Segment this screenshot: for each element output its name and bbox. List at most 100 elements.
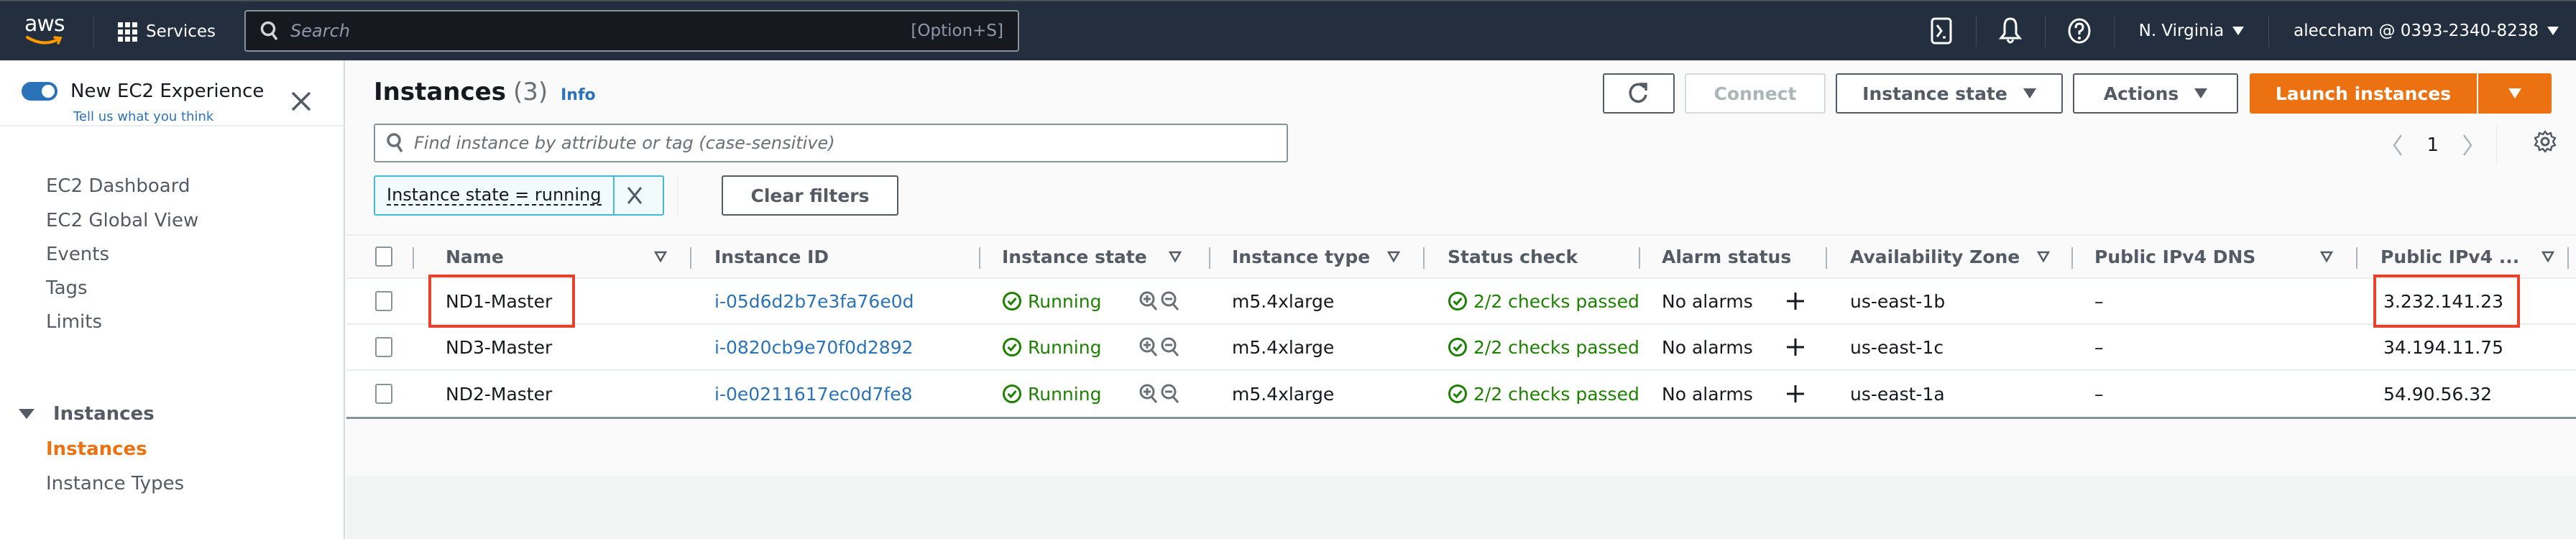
check-circle-icon [1448,338,1467,356]
new-experience-toggle[interactable] [22,82,58,101]
zoom-out-icon[interactable] [1160,383,1180,405]
launch-options-dropdown[interactable] [2478,73,2552,114]
ip-highlight-box [2373,275,2520,328]
row-checkbox[interactable] [375,384,392,404]
services-menu-button[interactable]: Services [118,19,216,45]
instance-name: ND2-Master [446,383,553,405]
launch-instances-button[interactable]: Launch instances [2250,73,2477,114]
region-selector[interactable]: N. Virginia [2115,15,2270,47]
sidebar-item-limits[interactable]: Limits [46,311,102,333]
instance-filter-input[interactable]: Find instance by attribute or tag (case-… [374,124,1288,162]
instance-type: m5.4xlarge [1232,383,1335,405]
caret-down-icon [2194,88,2208,98]
zoom-in-icon[interactable] [1138,336,1159,358]
filter-triangle-icon[interactable] [2037,236,2050,277]
status-check[interactable]: 2/2 checks passed [1448,371,1639,417]
instances-table: Name Instance ID Instance state Instance… [346,234,2576,419]
caret-down-icon [2023,88,2036,98]
terminal-icon [1931,17,1952,45]
alarm-status: No alarms [1662,336,1753,358]
sidebar-section-instances[interactable]: Instances [19,403,155,425]
sidebar-item-ec2-global-view[interactable]: EC2 Global View [46,210,198,231]
sidebar-divider [0,125,345,126]
current-page[interactable]: 1 [2426,134,2439,156]
check-circle-icon [1448,384,1467,403]
alarm-status: No alarms [1662,290,1753,312]
check-circle-icon [1003,384,1021,403]
instance-type: m5.4xlarge [1232,290,1335,312]
filter-triangle-icon[interactable] [1387,236,1400,277]
feedback-link[interactable]: Tell us what you think [73,109,213,124]
column-header-instance-id[interactable]: Instance ID [714,236,829,277]
experience-title: New EC2 Experience [70,80,264,102]
cloudshell-button[interactable] [1908,15,1977,47]
row-checkbox[interactable] [375,337,392,357]
table-row[interactable]: ND1-Master i-05d6d2b7e3fa76e0d Running m… [346,275,2576,328]
chevron-left-icon[interactable] [2392,133,2404,157]
plus-icon [1787,338,1804,356]
table-row[interactable]: ND3-Master i-0820cb9e70f0d2892 Running m… [346,325,2576,371]
close-icon [627,187,642,204]
add-alarm-button[interactable] [1785,325,1806,369]
column-header-instance-state[interactable]: Instance state [1002,236,1147,277]
help-button[interactable] [2046,15,2115,47]
filter-triangle-icon[interactable] [2542,236,2554,277]
row-checkbox[interactable] [375,291,392,311]
column-header-status-check[interactable]: Status check [1448,236,1578,277]
instance-state-dropdown[interactable]: Instance state [1836,73,2063,114]
column-header-instance-type[interactable]: Instance type [1232,236,1370,277]
column-header-availability-zone[interactable]: Availability Zone [1850,236,2020,277]
status-check[interactable]: 2/2 checks passed [1448,279,1639,323]
sidebar-item-instance-types[interactable]: Instance Types [46,473,184,494]
column-header-alarm-status[interactable]: Alarm status [1662,236,1791,277]
caret-down-icon [2547,27,2559,35]
availability-zone: us-east-1b [1850,290,1946,312]
select-all-checkbox[interactable] [375,247,392,267]
zoom-in-icon[interactable] [1138,290,1159,312]
filter-triangle-icon[interactable] [1169,236,1182,277]
column-header-public-ipv4[interactable]: Public IPv4 ... [2380,236,2519,277]
sidebar-item-tags[interactable]: Tags [46,277,88,299]
filter-token-label[interactable]: Instance state = running [375,177,615,214]
filter-triangle-icon[interactable] [654,236,667,277]
zoom-out-icon[interactable] [1160,290,1180,312]
instance-id-link[interactable]: i-0e0211617ec0d7fe8 [714,371,913,417]
instance-state: Running [1002,279,1101,323]
account-menu[interactable]: aleccham @ 0393-2340-8238 [2269,15,2576,47]
refresh-icon [1629,83,1647,103]
refresh-button[interactable] [1603,73,1675,114]
column-header-public-ipv4-dns[interactable]: Public IPv4 DNS [2094,236,2255,277]
aws-logo[interactable]: aws [24,14,70,49]
sidebar-item-instances[interactable]: Instances [46,438,147,460]
add-alarm-button[interactable] [1785,279,1806,323]
column-header-name[interactable]: Name [446,236,504,277]
instance-id-link[interactable]: i-05d6d2b7e3fa76e0d [714,279,914,323]
add-alarm-button[interactable] [1785,371,1806,417]
alarm-status: No alarms [1662,383,1753,405]
check-circle-icon [1448,292,1467,310]
notifications-button[interactable] [1977,15,2046,47]
zoom-out-icon[interactable] [1160,336,1180,358]
instance-id-link[interactable]: i-0820cb9e70f0d2892 [714,325,914,369]
table-row[interactable]: ND2-Master i-0e0211617ec0d7fe8 Running m… [346,371,2576,417]
sidebar-item-ec2-dashboard[interactable]: EC2 Dashboard [46,175,190,197]
global-search-input[interactable]: Search [Option+S] [244,10,1019,52]
close-icon[interactable] [289,89,313,114]
info-link[interactable]: Info [561,86,596,104]
public-dns: – [2094,290,2104,312]
sidebar-item-events[interactable]: Events [46,244,109,265]
clear-filters-button[interactable]: Clear filters [722,175,898,216]
status-check[interactable]: 2/2 checks passed [1448,325,1639,369]
zoom-in-icon[interactable] [1138,383,1159,405]
actions-dropdown[interactable]: Actions [2073,73,2238,114]
filter-token: Instance state = running [374,175,664,216]
pagination: 1 [2392,125,2497,165]
table-header: Name Instance ID Instance state Instance… [346,236,2576,279]
connect-button[interactable]: Connect [1685,73,1826,114]
bell-icon [1999,17,2023,44]
filter-triangle-icon[interactable] [2320,236,2333,277]
settings-gear-icon[interactable] [2533,129,2557,154]
remove-filter-button[interactable] [615,177,655,214]
chevron-right-icon[interactable] [2462,133,2473,157]
plus-icon [1787,292,1804,310]
